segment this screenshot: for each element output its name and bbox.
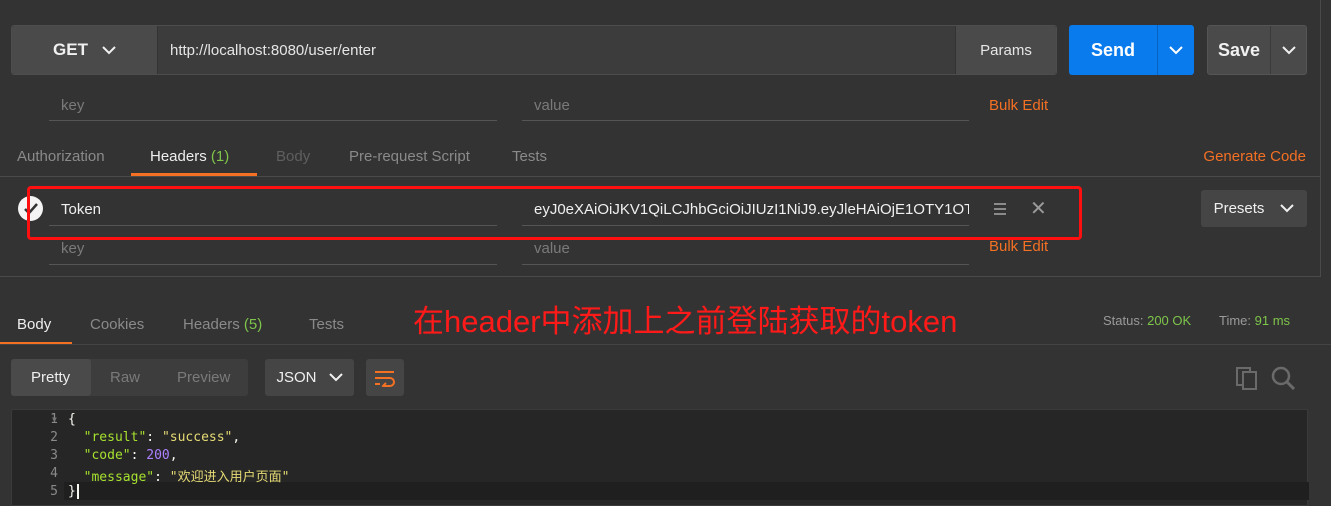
line-number: 3 <box>50 448 58 463</box>
line-number-gutter: 1 ▼ 2 3 4 5 <box>12 410 64 505</box>
tab-authorization[interactable]: Authorization <box>17 148 105 165</box>
annotation-highlight-box <box>27 186 1082 240</box>
resp-tab-headers-label: Headers <box>183 316 240 333</box>
param-key-placeholder: key <box>61 97 85 114</box>
close-brace: } <box>68 484 76 499</box>
tab-headers-count: (1) <box>210 148 230 165</box>
code-line: { <box>68 412 76 427</box>
open-brace: { <box>68 412 76 427</box>
params-button[interactable]: Params <box>955 26 1056 74</box>
resp-tab-headers[interactable]: Headers (5) <box>183 316 262 333</box>
request-tabs: Authorization Headers (1) Body Pre-reque… <box>0 138 1331 176</box>
response-tabs-divider <box>0 344 1331 345</box>
generate-code-link[interactable]: Generate Code <box>1203 148 1306 165</box>
raw-button[interactable]: Raw <box>110 369 140 386</box>
tab-body[interactable]: Body <box>276 148 310 165</box>
tab-headers[interactable]: Headers (1) <box>150 148 229 165</box>
status-readout: Status: 200 OK <box>1103 313 1191 328</box>
format-select[interactable]: JSON <box>265 359 354 396</box>
save-button[interactable]: Save <box>1207 25 1307 75</box>
status-label: Status: <box>1103 313 1144 328</box>
status-value: 200 OK <box>1147 313 1192 328</box>
header-new-value-placeholder: value <box>534 240 570 257</box>
send-dropdown[interactable] <box>1157 25 1194 75</box>
presets-label: Presets <box>1213 200 1265 217</box>
resp-tab-tests[interactable]: Tests <box>309 316 344 333</box>
code-line: "code": 200, <box>83 448 178 463</box>
search-icon[interactable] <box>1271 366 1295 390</box>
view-mode-group: Pretty Raw Preview <box>11 359 248 396</box>
chevron-down-icon <box>328 373 343 382</box>
resp-tab-headers-count: (5) <box>243 316 263 333</box>
method-label: GET <box>53 40 88 59</box>
resp-tab-cookies[interactable]: Cookies <box>90 316 144 333</box>
save-label: Save <box>1217 39 1261 60</box>
chevron-down-icon <box>102 45 116 54</box>
chevron-down-icon <box>1280 204 1295 213</box>
copy-icon[interactable] <box>1235 366 1259 390</box>
tabs-divider <box>0 176 1321 177</box>
postman-window: GET http://localhost:8080/user/enter Par… <box>0 0 1331 506</box>
line-number: 5 <box>50 484 58 499</box>
send-button[interactable]: Send <box>1069 25 1194 75</box>
chevron-down-icon <box>1281 45 1296 54</box>
wrap-lines-button[interactable] <box>366 359 404 396</box>
json-number: 200 <box>146 448 170 463</box>
header-new-key-placeholder: key <box>61 240 85 257</box>
code-line: "message": "欢迎进入用户页面" <box>83 470 290 485</box>
line-number: 2 <box>50 430 58 445</box>
annotation-text: 在header中添加上之前登陆获取的token <box>413 304 958 339</box>
pretty-button[interactable]: Pretty <box>31 369 70 386</box>
json-string: "欢迎进入用户页面" <box>169 470 290 485</box>
params-label: Params <box>980 41 1032 59</box>
param-value-input[interactable]: value <box>522 91 969 121</box>
code-line: } <box>68 484 87 499</box>
tab-pre-request-script[interactable]: Pre-request Script <box>349 148 470 165</box>
send-label: Send <box>1090 39 1135 60</box>
json-key: "result" <box>83 430 147 445</box>
tab-headers-label: Headers <box>150 148 207 165</box>
presets-button[interactable]: Presets <box>1201 190 1307 227</box>
time-readout: Time: 91 ms <box>1219 313 1290 328</box>
param-key-input[interactable]: key <box>49 91 497 121</box>
json-key: "message" <box>83 470 155 485</box>
text-cursor <box>76 484 87 499</box>
time-label: Time: <box>1219 313 1252 328</box>
line-number: 4 <box>50 466 58 481</box>
chevron-down-icon <box>1169 45 1183 54</box>
request-panel-right-border <box>1320 0 1321 277</box>
request-panel-bottom-border <box>0 276 1321 277</box>
resp-tab-body[interactable]: Body <box>17 316 51 333</box>
header-new-value-input[interactable]: value <box>522 233 969 265</box>
json-key: "code" <box>83 448 131 463</box>
time-value: 91 ms <box>1254 313 1291 328</box>
json-string: "success" <box>161 430 233 445</box>
url-text: http://localhost:8080/user/enter <box>170 41 376 59</box>
params-bulk-edit-link[interactable]: Bulk Edit <box>989 97 1048 114</box>
header-new-key-input[interactable]: key <box>49 233 497 265</box>
preview-button[interactable]: Preview <box>177 369 230 386</box>
save-dropdown[interactable] <box>1270 26 1306 74</box>
param-value-placeholder: value <box>534 97 570 114</box>
format-label: JSON <box>276 369 317 386</box>
fold-arrow-icon[interactable]: ▼ <box>52 415 57 424</box>
method-select[interactable]: GET <box>12 26 158 74</box>
headers-bulk-edit-link[interactable]: Bulk Edit <box>989 238 1048 255</box>
response-body-editor[interactable]: 1 ▼ 2 3 4 5 { "result": "success", "code… <box>11 409 1309 506</box>
code-line: "result": "success", <box>83 430 241 445</box>
wrap-lines-icon <box>375 370 395 387</box>
url-input[interactable]: http://localhost:8080/user/enter <box>158 26 955 74</box>
tab-tests[interactable]: Tests <box>512 148 547 165</box>
request-bar: GET http://localhost:8080/user/enter Par… <box>11 25 1057 75</box>
